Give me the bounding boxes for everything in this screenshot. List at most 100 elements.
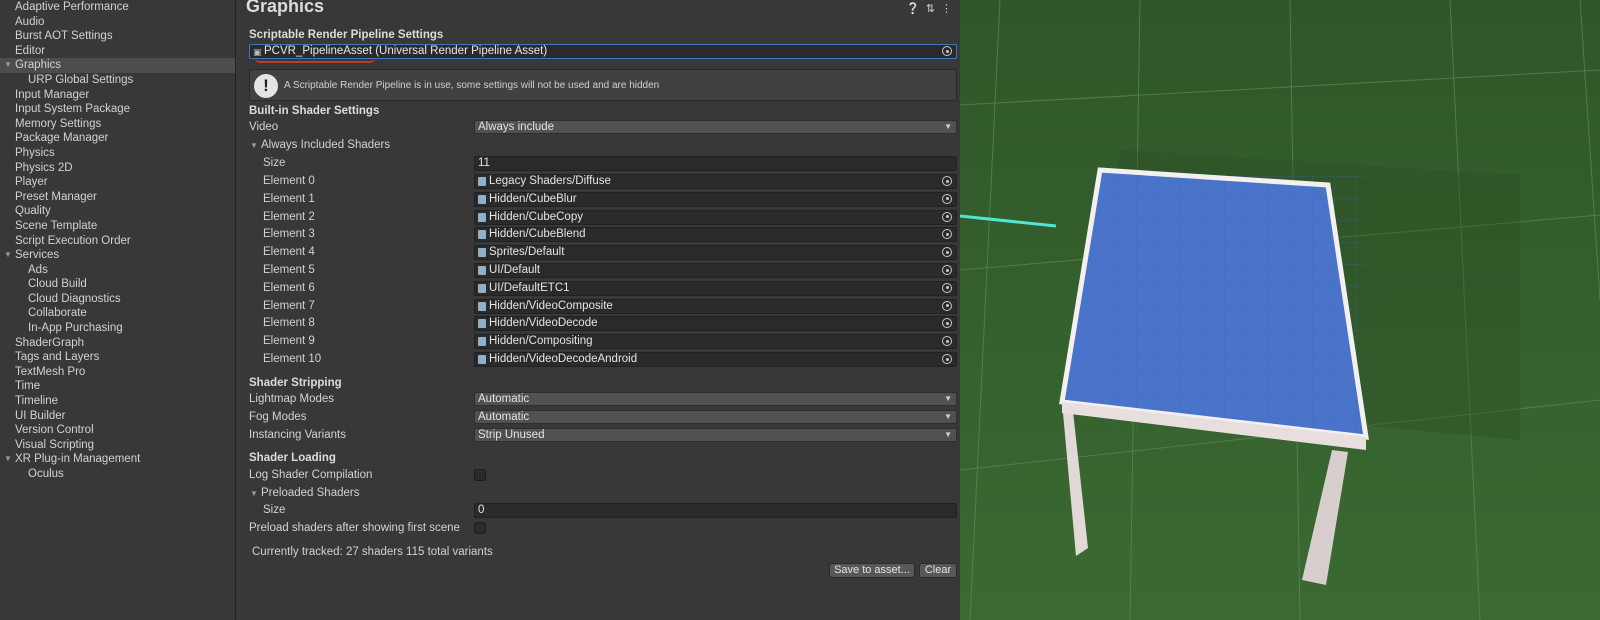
object-picker-icon[interactable] — [942, 247, 952, 258]
object-picker-icon[interactable] — [942, 300, 952, 311]
shader-object-field[interactable]: Hidden/CubeBlur — [474, 191, 957, 207]
object-picker-icon[interactable] — [942, 211, 952, 222]
sidebar-item-label: In-App Purchasing — [28, 322, 123, 335]
object-picker-icon[interactable] — [942, 336, 952, 347]
sidebar-item-physics[interactable]: Physics — [0, 146, 235, 161]
object-picker-icon[interactable] — [942, 229, 952, 240]
sidebar-item-ui-builder[interactable]: UI Builder — [0, 409, 235, 424]
shader-object-field[interactable]: Hidden/CubeBlend — [474, 227, 957, 243]
sidebar-item-ads[interactable]: Ads — [0, 263, 235, 278]
object-picker-icon[interactable] — [942, 46, 952, 56]
video-dropdown[interactable]: Always include ▼ — [474, 120, 957, 134]
sidebar-item-memory-settings[interactable]: Memory Settings — [0, 117, 235, 132]
foldout-expanded-icon[interactable]: ▼ — [4, 452, 12, 467]
shader-object-field[interactable]: Hidden/VideoDecode — [474, 316, 957, 332]
shader-object-value: Hidden/Compositing — [489, 335, 593, 348]
instancing-variants-row: Instancing Variants Strip Unused ▼ — [249, 427, 957, 444]
sidebar-item-cloud-build[interactable]: Cloud Build — [0, 277, 235, 292]
preload-after-first-scene-checkbox[interactable] — [474, 522, 486, 534]
log-shader-compilation-checkbox[interactable] — [474, 469, 486, 481]
shader-object-field[interactable]: Hidden/CubeCopy — [474, 209, 957, 225]
sidebar-item-label: Script Execution Order — [15, 234, 131, 247]
sidebar-item-collaborate[interactable]: Collaborate — [0, 306, 235, 321]
object-picker-icon[interactable] — [942, 282, 952, 293]
sidebar-item-shadergraph[interactable]: ShaderGraph — [0, 336, 235, 351]
sidebar-item-in-app-purchasing[interactable]: In-App Purchasing — [0, 321, 235, 336]
lightmap-modes-dropdown[interactable]: Automatic ▼ — [474, 392, 957, 406]
sidebar-item-textmesh-pro[interactable]: TextMesh Pro — [0, 365, 235, 380]
sidebar-item-package-manager[interactable]: Package Manager — [0, 131, 235, 146]
sidebar-item-quality[interactable]: Quality — [0, 204, 235, 219]
preset-icon[interactable]: ⇅ — [926, 2, 935, 15]
object-picker-icon[interactable] — [942, 354, 952, 364]
sidebar-item-label: Adaptive Performance — [15, 1, 129, 13]
sidebar-item-physics-2d[interactable]: Physics 2D — [0, 161, 235, 176]
object-picker-icon[interactable] — [942, 176, 952, 186]
foldout-expanded-icon[interactable]: ▼ — [4, 248, 12, 263]
shader-asset-icon — [478, 248, 486, 258]
help-icon[interactable]: ❔ — [906, 2, 920, 15]
shader-object-field[interactable]: UI/DefaultETC1 — [474, 280, 957, 296]
shader-element-label: Element 7 — [263, 299, 315, 312]
sidebar-item-visual-scripting[interactable]: Visual Scripting — [0, 438, 235, 453]
sidebar-item-oculus[interactable]: Oculus — [0, 467, 235, 482]
sidebar-item-label: Audio — [15, 15, 45, 28]
shader-object-field[interactable]: UI/Default — [474, 263, 957, 278]
sidebar-item-time[interactable]: Time — [0, 379, 235, 394]
sidebar-item-player[interactable]: Player — [0, 175, 235, 190]
foldout-expanded-icon[interactable]: ▼ — [250, 485, 258, 502]
sidebar-item-label: Preset Manager — [15, 190, 97, 203]
sidebar-item-adaptive-performance[interactable]: Adaptive Performance — [0, 0, 235, 15]
sidebar-item-label: Scene Template — [15, 219, 98, 232]
shader-object-field[interactable]: Hidden/Compositing — [474, 334, 957, 350]
preloaded-shaders-foldout[interactable]: ▼ Preloaded Shaders — [249, 485, 957, 502]
object-picker-icon[interactable] — [942, 193, 952, 204]
fog-modes-dropdown[interactable]: Automatic ▼ — [474, 410, 957, 424]
clear-button[interactable]: Clear — [919, 563, 957, 578]
lightmap-modes-value: Automatic — [478, 393, 530, 405]
shader-asset-icon — [478, 319, 486, 329]
sidebar-item-xr-plug-in-management[interactable]: ▼ XR Plug-in Management — [0, 452, 235, 467]
shader-object-field[interactable]: Hidden/VideoComposite — [474, 298, 957, 314]
object-picker-icon[interactable] — [942, 265, 952, 275]
shader-object-field[interactable]: Legacy Shaders/Diffuse — [474, 174, 957, 189]
sidebar-item-timeline[interactable]: Timeline — [0, 394, 235, 409]
sidebar-item-urp-global-settings[interactable]: URP Global Settings — [0, 73, 235, 88]
more-options-icon[interactable]: ⋮ — [941, 2, 952, 15]
preloaded-size-input[interactable]: 0 — [474, 503, 957, 518]
dropdown-arrow-icon: ▼ — [944, 394, 952, 403]
lightmap-modes-row: Lightmap Modes Automatic ▼ — [249, 391, 957, 408]
sidebar-item-services[interactable]: ▼ Services — [0, 248, 235, 263]
scene-view[interactable] — [960, 0, 1600, 620]
log-shader-compilation-row: Log Shader Compilation — [249, 467, 957, 484]
shader-object-field[interactable]: Sprites/Default — [474, 245, 957, 261]
size-input[interactable]: 11 — [474, 156, 957, 171]
sidebar-item-burst-aot-settings[interactable]: Burst AOT Settings — [0, 29, 235, 44]
foldout-expanded-icon[interactable]: ▼ — [250, 137, 258, 154]
pipeline-asset-field[interactable]: ▣ PCVR_PipelineAsset (Universal Render P… — [249, 44, 957, 59]
sidebar-item-tags-and-layers[interactable]: Tags and Layers — [0, 350, 235, 365]
sidebar-item-cloud-diagnostics[interactable]: Cloud Diagnostics — [0, 292, 235, 307]
save-to-asset-button[interactable]: Save to asset... — [829, 563, 915, 578]
always-included-foldout[interactable]: ▼ Always Included Shaders — [249, 137, 957, 154]
shader-object-value: UI/DefaultETC1 — [489, 281, 570, 294]
sidebar-item-scene-template[interactable]: Scene Template — [0, 219, 235, 234]
shader-element-row: Element 7 Hidden/VideoComposite — [249, 298, 957, 315]
shader-object-value: Hidden/VideoDecode — [489, 317, 598, 330]
sidebar-item-preset-manager[interactable]: Preset Manager — [0, 190, 235, 205]
sidebar-item-input-system-package[interactable]: Input System Package — [0, 102, 235, 117]
object-picker-icon[interactable] — [942, 318, 952, 329]
sidebar-item-label: Time — [15, 380, 41, 393]
sidebar-item-input-manager[interactable]: Input Manager — [0, 88, 235, 103]
sidebar-item-graphics[interactable]: ▼ Graphics — [0, 58, 235, 73]
header-icons: ❔ ⇅ ⋮ — [906, 2, 952, 15]
foldout-expanded-icon[interactable]: ▼ — [4, 58, 12, 73]
instancing-variants-dropdown[interactable]: Strip Unused ▼ — [474, 428, 957, 442]
shader-asset-icon — [478, 283, 486, 293]
sidebar-item-label: ShaderGraph — [15, 336, 85, 349]
sidebar-item-audio[interactable]: Audio — [0, 15, 235, 30]
sidebar-item-version-control[interactable]: Version Control — [0, 423, 235, 438]
sidebar-item-script-execution-order[interactable]: Script Execution Order — [0, 234, 235, 249]
sidebar-item-editor[interactable]: Editor — [0, 44, 235, 59]
shader-object-field[interactable]: Hidden/VideoDecodeAndroid — [474, 352, 957, 367]
